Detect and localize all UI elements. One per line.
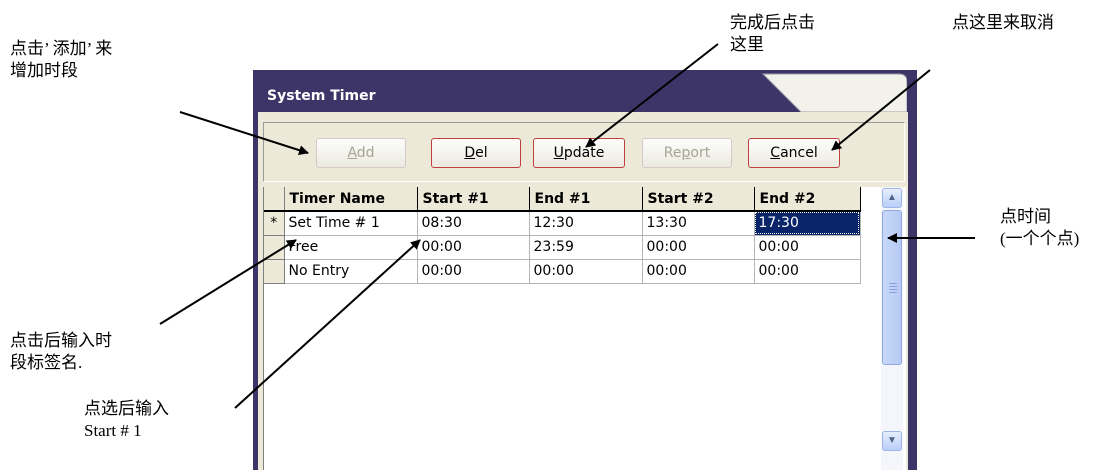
report-button[interactable]: Report	[642, 138, 732, 168]
col-header-end1[interactable]: End #1	[529, 187, 643, 212]
cell-end2[interactable]: 00:00	[754, 259, 861, 284]
window-title: System Timer	[267, 88, 376, 104]
col-header-end2[interactable]: End #2	[754, 187, 861, 212]
timer-table: Timer Name Start #1 End #1 Start #2 End …	[264, 187, 861, 284]
del-button-label: Del	[464, 145, 488, 161]
table-row: * Set Time # 1 08:30 12:30 13:30 17:30	[264, 211, 861, 236]
cell-start1[interactable]: 00:00	[417, 259, 530, 284]
time-hint-text: 点时间 (一个个点)	[1000, 206, 1079, 250]
row-marker[interactable]	[264, 259, 285, 284]
cell-end2[interactable]: 00:00	[754, 235, 861, 260]
name-hint-line1: 点击后输入时	[10, 331, 112, 350]
col-header-timer-name[interactable]: Timer Name	[284, 187, 418, 212]
col-header-start1[interactable]: Start #1	[417, 187, 530, 212]
scroll-up-icon[interactable]: ▲	[882, 188, 902, 208]
add-button[interactable]: Add	[316, 138, 406, 168]
timer-grid: Timer Name Start #1 End #1 Start #2 End …	[263, 187, 906, 470]
name-hint-text: 点击后输入时 段标签名.	[10, 330, 112, 374]
start-hint-text: 点选后输入 Start # 1	[84, 398, 169, 442]
start-hint-line2: Start # 1	[84, 421, 142, 440]
window-client-area: Add Del Update Report Cancel Timer Name …	[258, 112, 908, 470]
time-hint-line1: 点时间	[1000, 207, 1051, 226]
scroll-down-icon[interactable]: ▼	[882, 431, 902, 451]
col-header-start2[interactable]: Start #2	[642, 187, 755, 212]
update-hint-line2: 这里	[730, 35, 764, 54]
cell-timer-name[interactable]: No Entry	[284, 259, 418, 284]
add-hint-line2: 增加时段	[10, 61, 78, 80]
update-button[interactable]: Update	[533, 138, 625, 168]
cell-start2[interactable]: 00:00	[642, 259, 755, 284]
cell-start2[interactable]: 13:30	[642, 211, 755, 236]
add-hint-line1: 点击’ 添加’ 来	[10, 39, 113, 58]
cell-timer-name[interactable]: Set Time # 1	[284, 211, 418, 236]
report-button-label: Report	[663, 145, 711, 161]
cell-end1[interactable]: 23:59	[529, 235, 643, 260]
vertical-scrollbar[interactable]: ▲ ▼	[881, 187, 903, 470]
row-marker[interactable]	[264, 235, 285, 260]
name-hint-line2: 段标签名.	[10, 353, 83, 372]
system-timer-window: System Timer Add Del Update Report Cance…	[253, 70, 917, 470]
thumb-grip-line	[889, 286, 897, 287]
add-button-label: Add	[347, 145, 375, 161]
cancel-hint-text: 点这里来取消	[952, 13, 1054, 32]
update-hint-line1: 完成后点击	[730, 13, 815, 32]
del-button[interactable]: Del	[431, 138, 521, 168]
cell-start2[interactable]: 00:00	[642, 235, 755, 260]
update-button-label: Update	[553, 145, 605, 161]
cell-timer-name[interactable]: Free	[284, 235, 418, 260]
row-header-corner	[264, 187, 285, 212]
cell-start1[interactable]: 00:00	[417, 235, 530, 260]
cell-end1[interactable]: 00:00	[529, 259, 643, 284]
add-hint-text: 点击’ 添加’ 来 增加时段	[10, 38, 112, 82]
cell-end1[interactable]: 12:30	[529, 211, 643, 236]
row-marker[interactable]: *	[264, 211, 285, 236]
cell-start1[interactable]: 08:30	[417, 211, 530, 236]
thumb-grip-line	[889, 289, 897, 290]
scroll-thumb[interactable]	[882, 210, 902, 365]
cell-end2-selected[interactable]: 17:30	[754, 211, 861, 236]
cancel-button[interactable]: Cancel	[748, 138, 840, 168]
time-hint-line2: (一个个点)	[1000, 229, 1080, 248]
table-row: Free 00:00 23:59 00:00 00:00	[264, 235, 861, 260]
update-hint-text: 完成后点击 这里	[730, 12, 815, 56]
start-hint-line1: 点选后输入	[84, 399, 169, 418]
thumb-grip-line	[889, 283, 897, 284]
table-row: No Entry 00:00 00:00 00:00 00:00	[264, 259, 861, 284]
thumb-grip-line	[889, 292, 897, 293]
table-header-row: Timer Name Start #1 End #1 Start #2 End …	[264, 187, 861, 212]
cancel-button-label: Cancel	[770, 145, 818, 161]
